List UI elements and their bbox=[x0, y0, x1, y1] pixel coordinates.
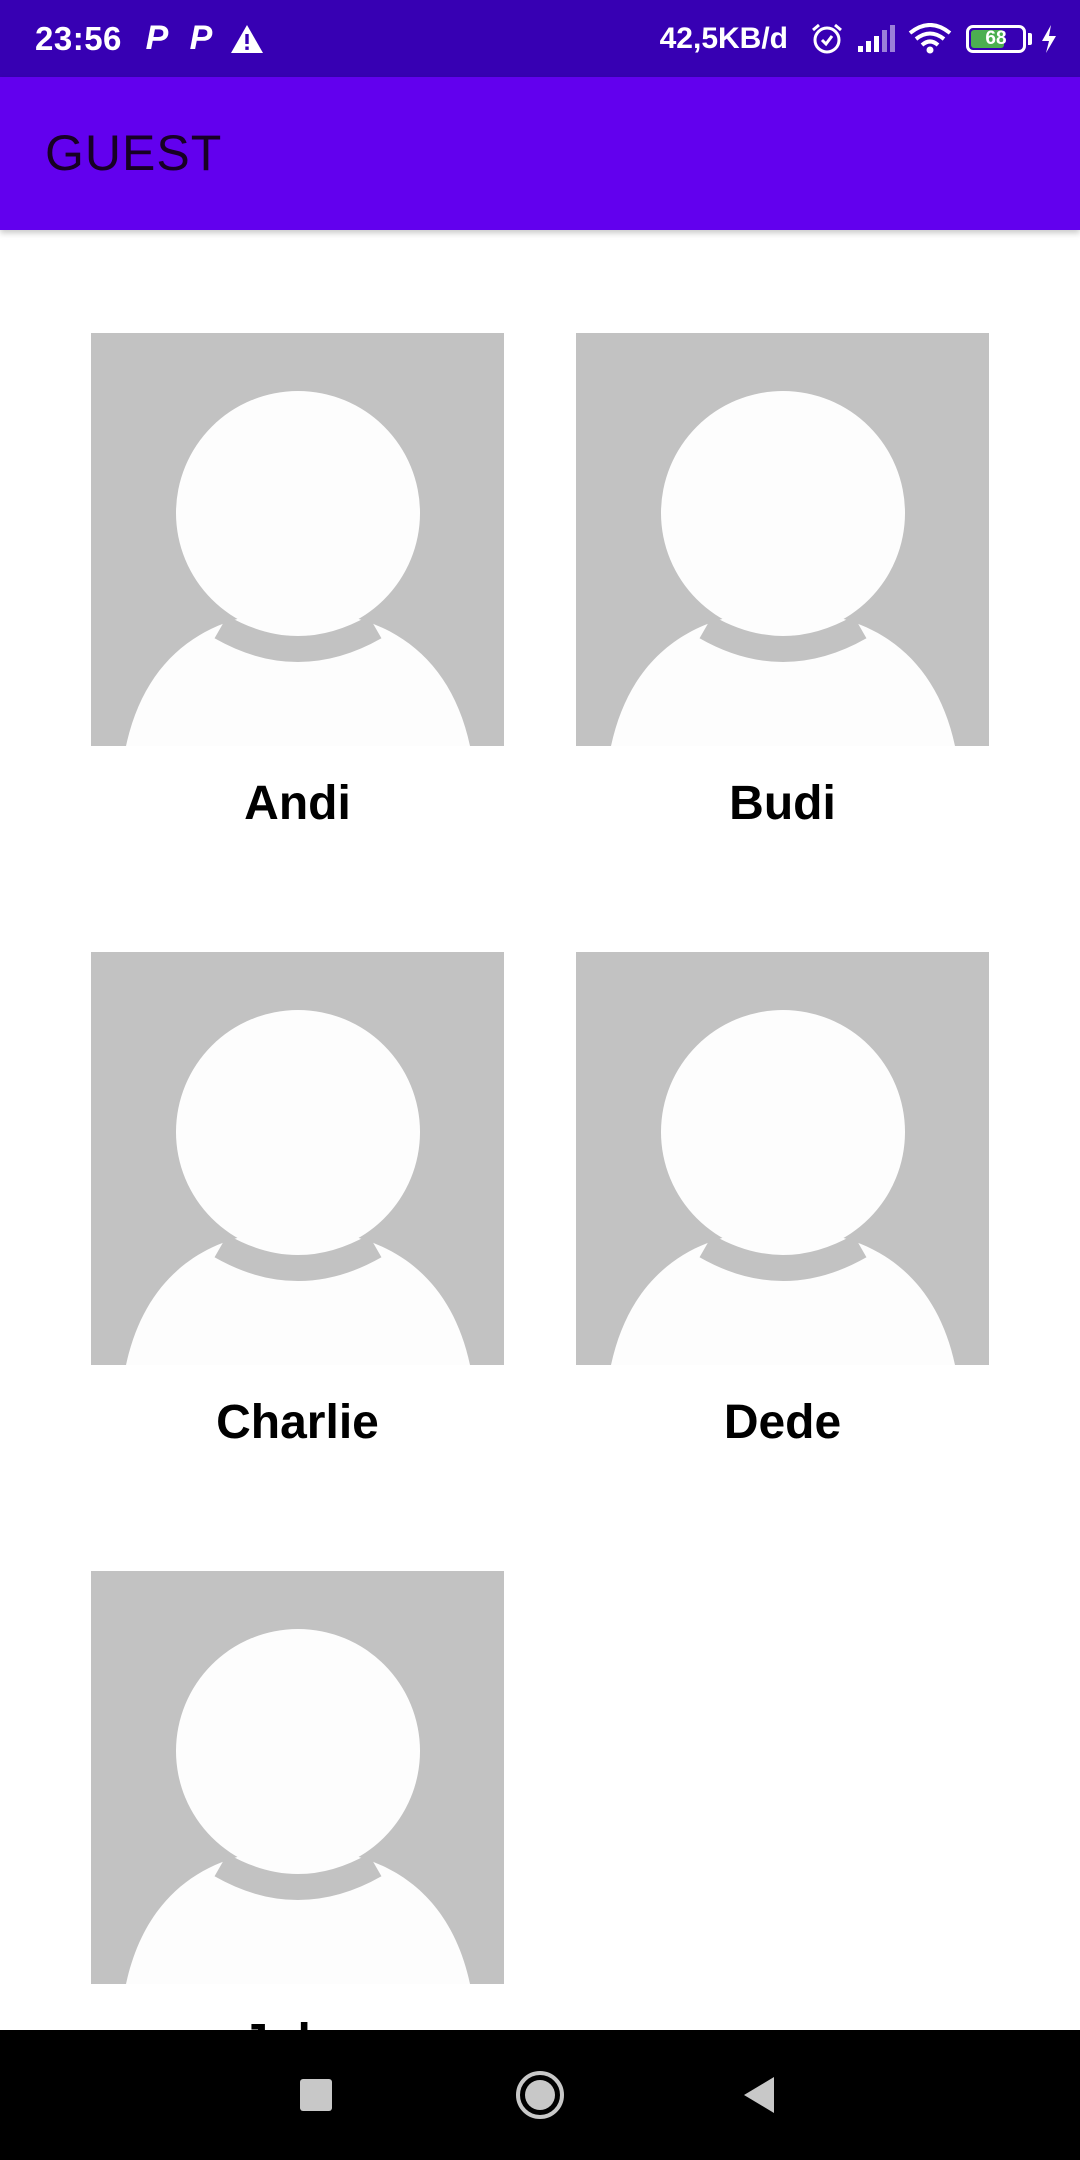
warning-icon bbox=[230, 24, 264, 54]
avatar-placeholder-icon bbox=[611, 391, 955, 746]
signal-icon bbox=[856, 24, 896, 54]
network-speed: 42,5KB/d bbox=[659, 21, 788, 55]
navigation-bar bbox=[0, 2030, 1080, 2160]
avatar bbox=[91, 1571, 504, 1984]
avatar bbox=[91, 952, 504, 1365]
guest-card-joko[interactable]: Joko bbox=[91, 1571, 504, 2030]
status-bar-left: 23:56 P P bbox=[35, 0, 264, 77]
avatar bbox=[576, 333, 989, 746]
battery-level: 68 bbox=[985, 27, 1007, 49]
page-title: GUEST bbox=[45, 125, 223, 181]
guest-card-dede[interactable]: Dede bbox=[576, 952, 989, 1451]
circle-icon bbox=[516, 2071, 564, 2119]
parking-notification-icon: P bbox=[145, 19, 169, 57]
avatar-placeholder-icon bbox=[611, 1010, 955, 1365]
guest-card-charlie[interactable]: Charlie bbox=[91, 952, 504, 1451]
guest-card-andi[interactable]: Andi bbox=[91, 333, 504, 832]
avatar bbox=[576, 952, 989, 1365]
status-bar: 23:56 P P 42,5KB/d 68 bbox=[0, 0, 1080, 77]
status-time: 23:56 bbox=[35, 19, 122, 57]
avatar-placeholder-icon bbox=[126, 391, 470, 746]
avatar-placeholder-icon bbox=[126, 1010, 470, 1365]
app-bar: GUEST bbox=[0, 77, 1080, 230]
home-button[interactable] bbox=[480, 2030, 600, 2160]
wifi-icon bbox=[908, 22, 952, 55]
battery-nub bbox=[1028, 32, 1032, 45]
charging-icon bbox=[1040, 24, 1058, 54]
square-icon bbox=[300, 2079, 332, 2111]
guest-name: Charlie bbox=[216, 1396, 379, 1449]
avatar-placeholder-icon bbox=[126, 1629, 470, 1984]
guest-name: Joko bbox=[91, 2014, 504, 2030]
guest-name: Andi bbox=[244, 777, 351, 830]
avatar bbox=[91, 333, 504, 746]
triangle-back-icon bbox=[744, 2077, 774, 2113]
alarm-icon bbox=[810, 22, 844, 56]
guest-grid: Andi Budi Charlie Dede bbox=[0, 230, 1080, 2030]
back-button[interactable] bbox=[700, 2030, 820, 2160]
recents-button[interactable] bbox=[256, 2030, 376, 2160]
guest-card-budi[interactable]: Budi bbox=[576, 333, 989, 832]
battery-icon: 68 bbox=[966, 24, 1026, 53]
status-bar-right: 42,5KB/d 68 bbox=[660, 0, 1058, 77]
guest-name: Dede bbox=[723, 1396, 842, 1449]
parking-notification-icon: P bbox=[189, 19, 213, 57]
guest-name: Budi bbox=[729, 777, 836, 830]
